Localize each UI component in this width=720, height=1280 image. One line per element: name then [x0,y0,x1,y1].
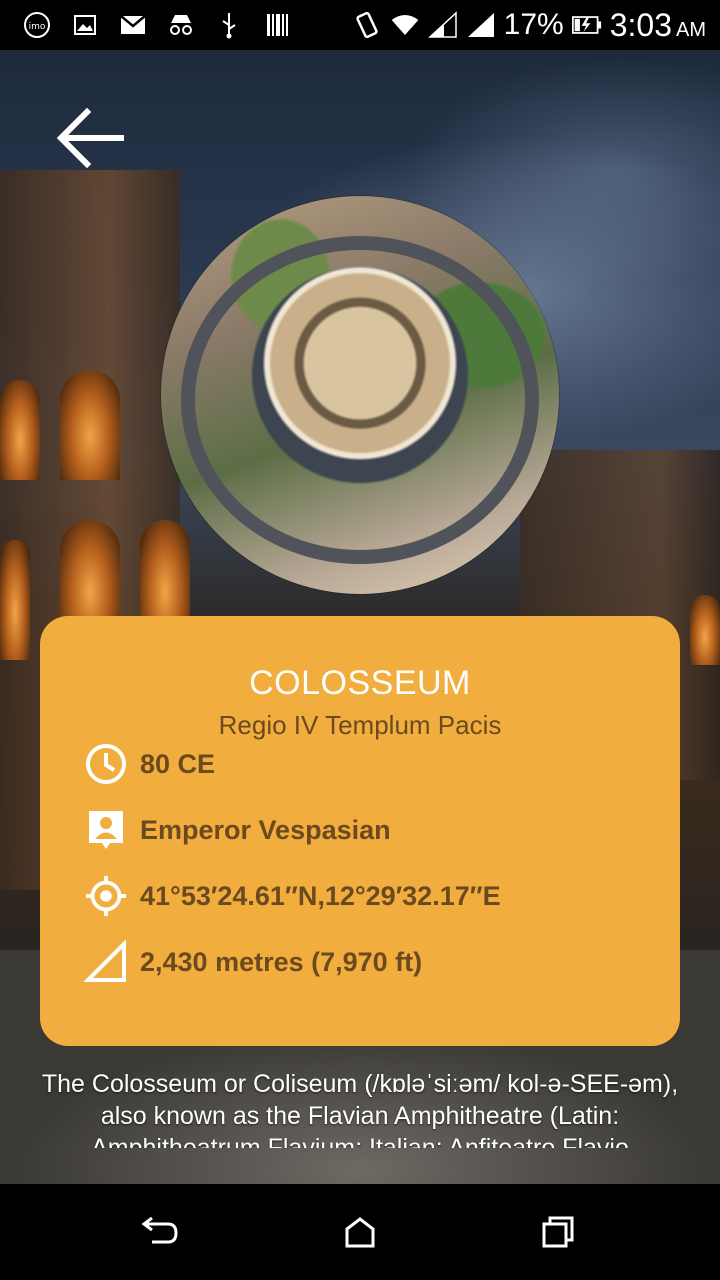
back-button[interactable] [52,100,128,176]
place-title: COLOSSEUM [249,664,471,702]
nav-home-button[interactable] [338,1212,382,1252]
navigation-bar [0,1184,720,1280]
background-arch [690,595,720,665]
gps-target-icon [84,874,128,918]
signal-icon [427,10,458,40]
place-description: The Colosseum or Coliseum (/kɒləˈsiːəm/ … [41,1070,679,1148]
clock-ampm: AM [676,18,706,41]
nav-home-icon [345,1217,375,1248]
nav-recents-icon [542,1216,574,1248]
svg-text:imo: imo [29,22,46,32]
signal-icon [466,10,496,40]
background-arch [0,540,30,660]
info-row-founder: Emperor Vespasian [84,806,391,854]
place-photo [161,196,559,594]
info-row-date: 80 CE [84,740,215,788]
nav-back-icon [141,1216,178,1244]
info-row-coordinates: 41°53′24.61″N,12°29′32.17″E [84,872,501,920]
info-date: 80 CE [140,748,216,779]
nav-recents-button[interactable] [536,1212,580,1252]
wifi-icon [390,10,420,40]
triangle-ruler-icon [84,940,128,984]
imo-icon: imo [22,10,52,40]
incognito-icon [166,10,196,40]
battery-percent: 17% [503,8,564,41]
info-card: COLOSSEUM Regio IV Templum Pacis 80 CE E… [40,616,680,1046]
person-badge-icon [84,808,128,852]
barcode-icon [262,10,292,40]
info-row-size: 2,430 metres (7,970 ft) [84,938,422,986]
gmail-icon [118,10,148,40]
photo-road [181,236,539,564]
arrow-left-icon [56,107,124,169]
status-bar: imo 17% 3:03 AM [0,0,720,50]
clock-icon [84,742,128,786]
info-founder: Emperor Vespasian [140,814,391,845]
usb-icon [214,10,244,40]
nav-back-button[interactable] [138,1212,182,1252]
info-coordinates: 41°53′24.61″N,12°29′32.17″E [140,880,501,911]
background-arch [0,380,40,480]
place-subtitle: Regio IV Templum Pacis [218,710,502,740]
background-arch [60,370,120,480]
battery-charging-icon [571,10,602,40]
image-icon [70,10,100,40]
vibrate-icon [352,10,382,40]
info-size: 2,430 metres (7,970 ft) [140,946,423,977]
clock-time: 3:03 [609,6,672,43]
